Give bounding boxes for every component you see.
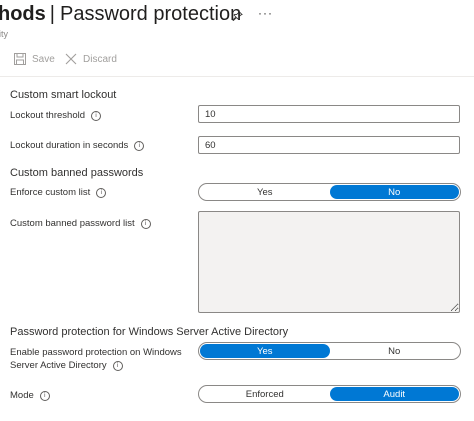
enforce-custom-list-text: Enforce custom list xyxy=(10,187,91,198)
lockout-duration-text: Lockout duration in seconds xyxy=(10,140,129,151)
info-icon[interactable]: i xyxy=(96,187,107,198)
title-separator: | xyxy=(49,3,55,25)
custom-banned-password-list-textarea[interactable] xyxy=(198,211,460,313)
lockout-duration-input[interactable] xyxy=(198,136,460,154)
discard-label: Discard xyxy=(83,53,117,65)
pin-icon[interactable] xyxy=(232,8,243,26)
toggle-option-yes[interactable]: Yes xyxy=(200,185,330,199)
toggle-option-no[interactable]: No xyxy=(329,185,459,199)
custom-banned-password-list-text: Custom banned password list xyxy=(10,218,135,229)
toolbar-divider xyxy=(0,76,474,77)
enable-label-line1: Enable password protection on Windows xyxy=(10,347,182,358)
toggle-option-yes[interactable]: Yes xyxy=(200,344,330,358)
enable-password-protection-label: Enable password protection on Windows Se… xyxy=(10,346,182,372)
mode-text: Mode xyxy=(10,390,34,401)
enable-password-protection-toggle[interactable]: Yes No xyxy=(198,342,461,360)
lockout-duration-label: Lockout duration in seconds i xyxy=(10,140,145,151)
enforce-custom-list-label: Enforce custom list i xyxy=(10,187,107,198)
info-icon[interactable]: i xyxy=(39,390,50,401)
info-icon[interactable]: i xyxy=(91,110,101,121)
page-subtitle: ity xyxy=(0,29,8,39)
lockout-threshold-label: Lockout threshold i xyxy=(10,110,101,121)
info-icon[interactable]: i xyxy=(112,360,123,371)
mode-toggle[interactable]: Enforced Audit xyxy=(198,385,461,403)
info-icon[interactable]: i xyxy=(134,140,145,151)
page-title-main: Password protection xyxy=(59,3,242,25)
info-icon[interactable]: i xyxy=(140,218,151,229)
toggle-option-enforced[interactable]: Enforced xyxy=(200,387,330,401)
save-icon xyxy=(14,53,26,65)
discard-button[interactable]: Discard xyxy=(65,53,117,65)
enforce-custom-list-toggle[interactable]: Yes No xyxy=(198,183,461,201)
section-title-windows: Password protection for Windows Server A… xyxy=(10,326,289,338)
toggle-option-no[interactable]: No xyxy=(330,344,460,358)
close-icon xyxy=(65,53,77,65)
page-title-partial: hods xyxy=(0,3,46,25)
custom-banned-password-list-label: Custom banned password list i xyxy=(10,218,151,229)
section-title-banned: Custom banned passwords xyxy=(10,167,144,179)
enable-label-line2-row: Server Active Directory i xyxy=(10,359,182,372)
lockout-threshold-text: Lockout threshold xyxy=(10,110,85,121)
save-label: Save xyxy=(32,53,55,65)
lockout-threshold-input[interactable] xyxy=(198,105,460,123)
toggle-option-audit[interactable]: Audit xyxy=(329,387,459,401)
mode-label: Mode i xyxy=(10,390,50,401)
save-button[interactable]: Save xyxy=(14,53,55,65)
enable-label-line2: Server Active Directory xyxy=(10,360,107,371)
more-options-icon[interactable]: ··· xyxy=(258,6,273,20)
section-title-lockout: Custom smart lockout xyxy=(10,89,117,101)
page-title: hods | Password protection xyxy=(0,3,241,26)
